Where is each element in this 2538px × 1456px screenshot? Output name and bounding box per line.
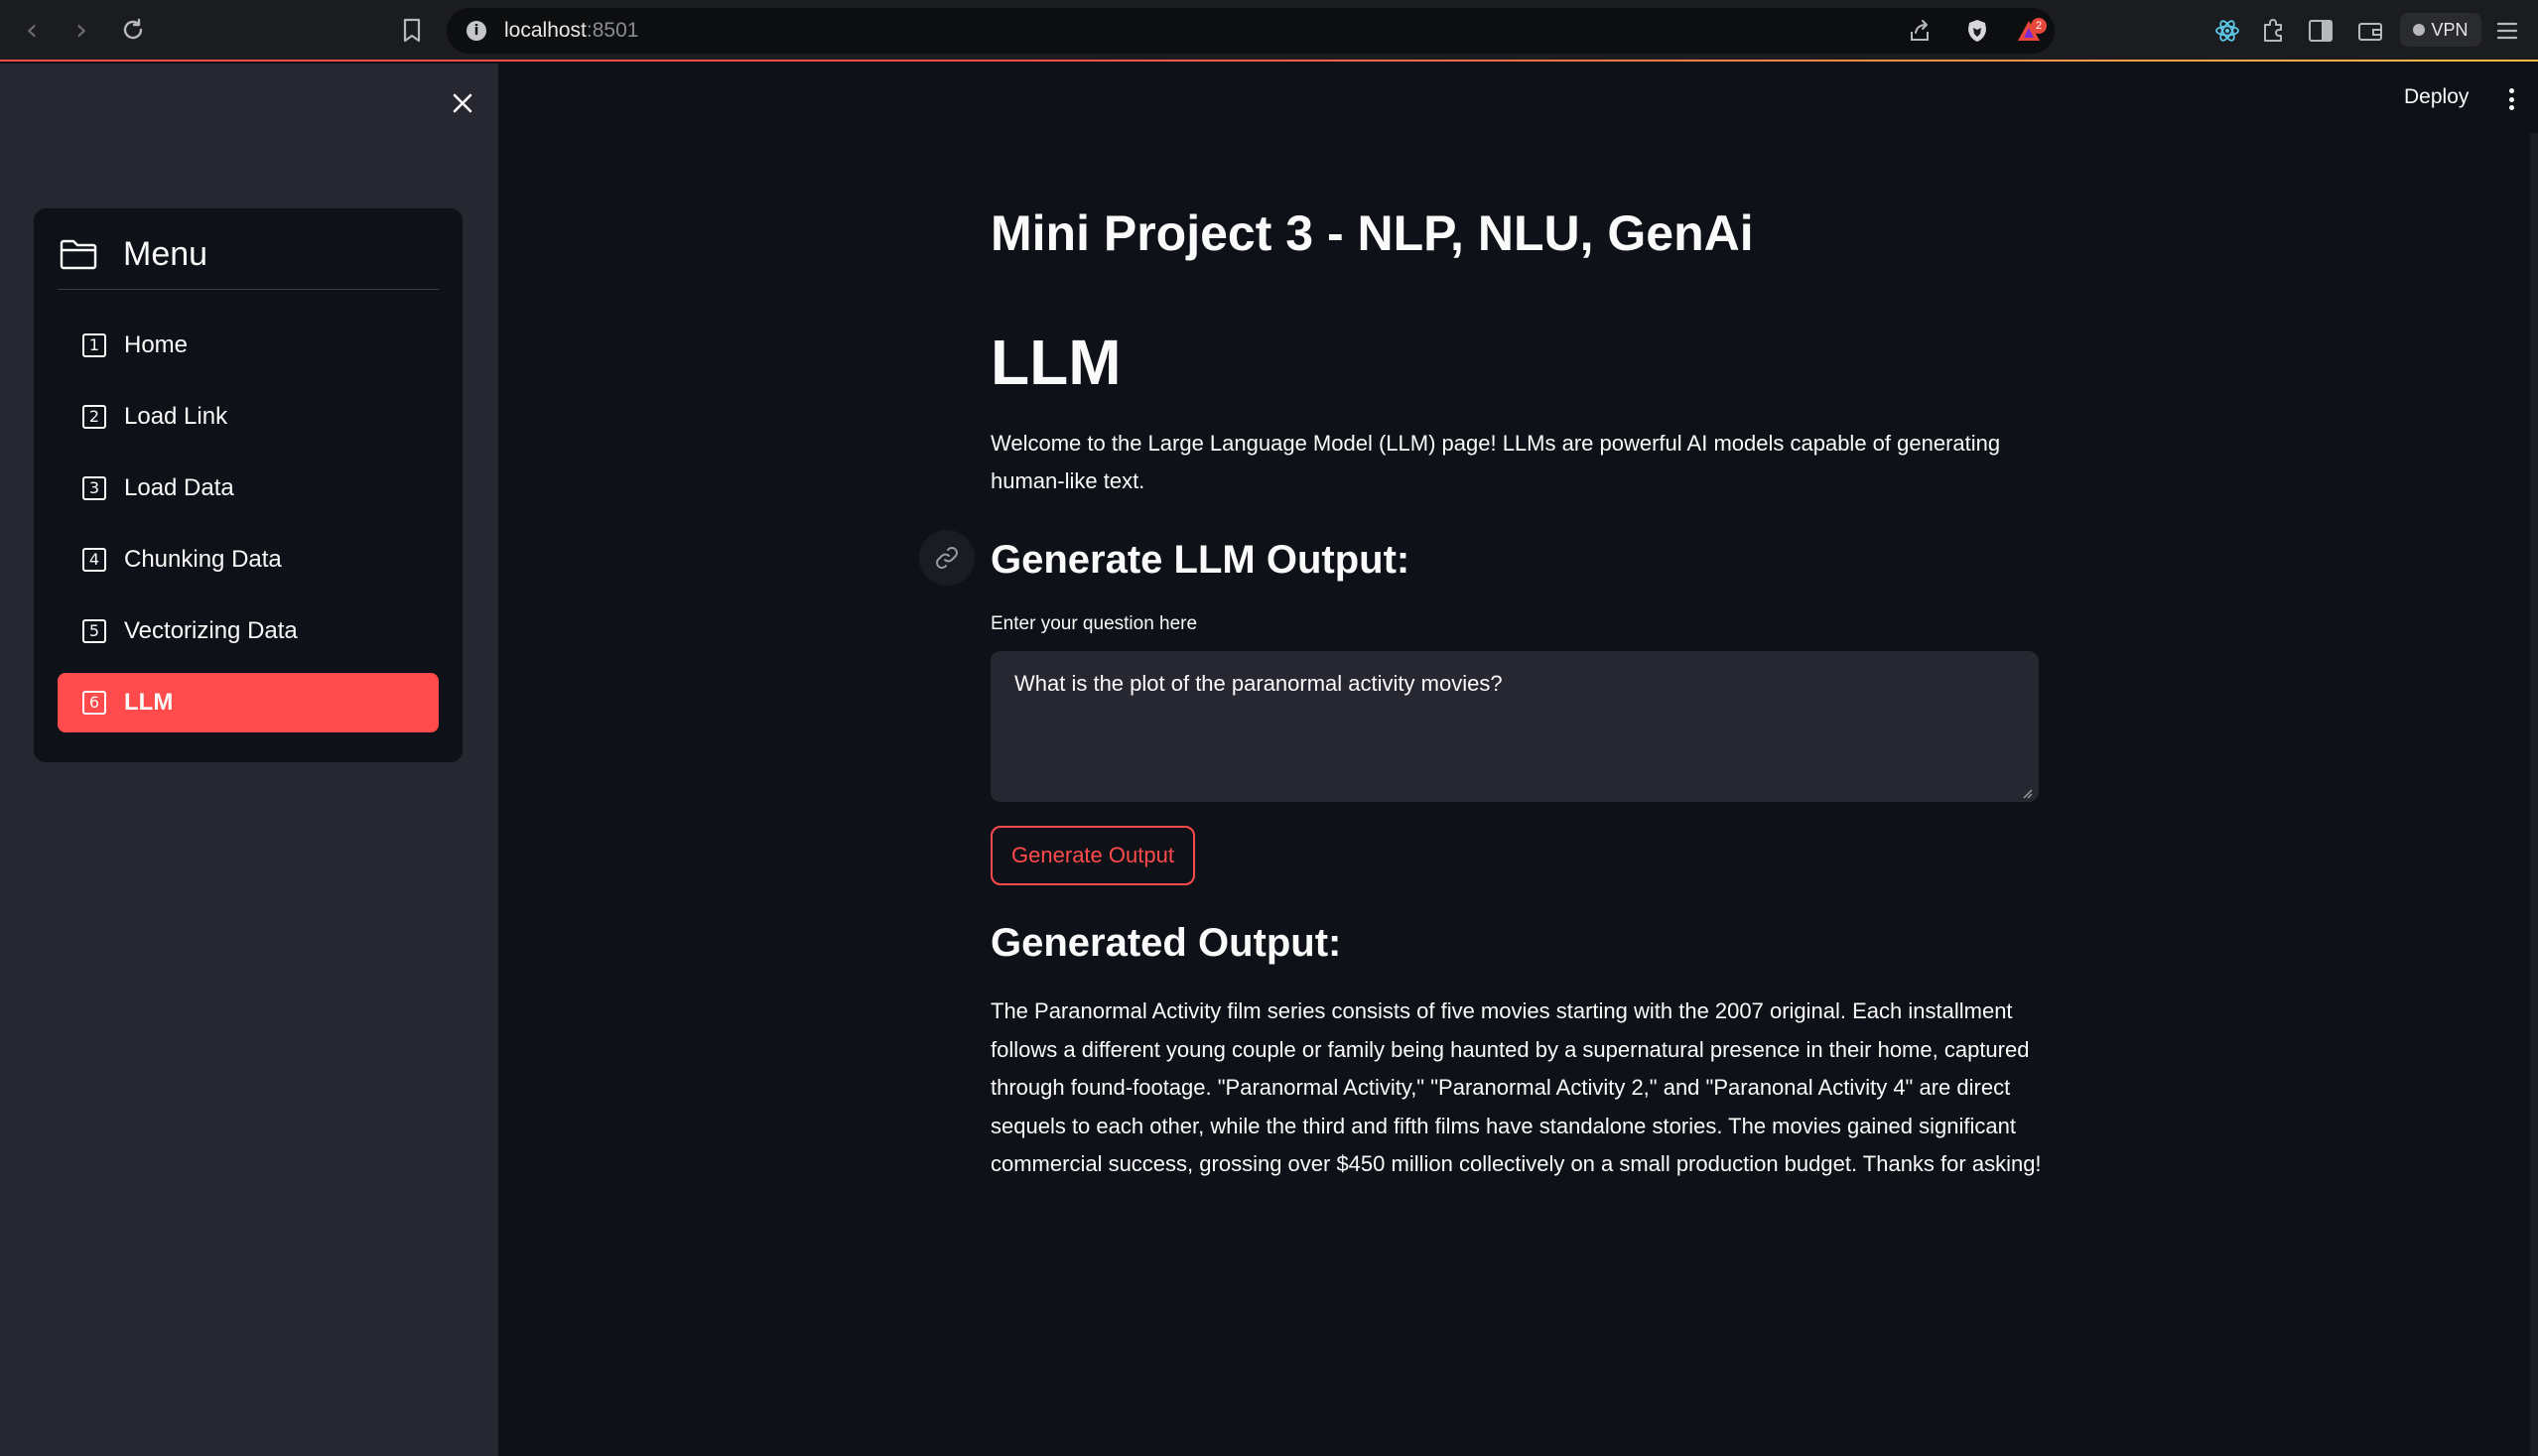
number-2-icon: 2 (82, 405, 106, 429)
vpn-status-icon (2413, 24, 2426, 36)
menu-item-home[interactable]: 1 Home (58, 316, 439, 375)
menu-item-label: Load Data (124, 474, 234, 501)
menu-item-load-data[interactable]: 3 Load Data (58, 459, 439, 518)
number-5-icon: 5 (82, 619, 106, 643)
intro-text: Welcome to the Large Language Model (LLM… (991, 431, 2001, 493)
reload-icon[interactable] (113, 12, 153, 48)
share-icon[interactable] (1904, 16, 1936, 46)
browser-toolbar: ‹ › i localhost:8501 2 VPN (0, 0, 2538, 62)
rewards-badge: 2 (2031, 18, 2047, 34)
question-label: Enter your question here (991, 613, 1198, 634)
close-sidebar-icon[interactable] (443, 83, 482, 123)
brave-rewards-icon[interactable]: 2 (2013, 16, 2047, 46)
generate-output-button[interactable]: Generate Output (991, 826, 1195, 885)
menu-title: Menu (123, 235, 208, 273)
number-6-icon: 6 (82, 691, 106, 715)
generate-heading: Generate LLM Output: (991, 538, 1410, 582)
app-title: Mini Project 3 - NLP, NLU, GenAi (991, 205, 1754, 261)
folder-icon (60, 238, 99, 272)
wallet-icon[interactable] (2352, 14, 2388, 48)
question-input[interactable]: What is the plot of the paranormal activ… (991, 651, 2039, 802)
url-text: localhost:8501 (504, 19, 639, 42)
hamburger-menu-icon[interactable] (2489, 14, 2525, 48)
more-options-icon[interactable] (2501, 85, 2521, 113)
resize-handle-icon[interactable] (2021, 786, 2033, 799)
forward-icon[interactable]: › (62, 12, 101, 48)
vpn-label: VPN (2431, 19, 2469, 40)
main-area: Deploy Mini Project 3 - NLP, NLU, GenAi … (498, 64, 2538, 1456)
back-icon[interactable]: ‹ (12, 12, 52, 48)
menu-item-label: Load Link (124, 403, 228, 430)
menu-item-load-link[interactable]: 2 Load Link (58, 387, 439, 447)
menu-item-chunking-data[interactable]: 4 Chunking Data (58, 530, 439, 590)
menu-header: Menu (58, 234, 439, 290)
page-heading: LLM (991, 327, 1122, 398)
menu-item-llm[interactable]: 6 LLM (58, 673, 439, 732)
menu-item-label: LLM (124, 689, 174, 716)
anchor-link-icon[interactable] (919, 530, 975, 586)
menu-item-vectorizing-data[interactable]: 5 Vectorizing Data (58, 601, 439, 661)
deploy-button[interactable]: Deploy (2404, 85, 2469, 109)
number-4-icon: 4 (82, 548, 106, 572)
option-menu: Menu 1 Home 2 Load Link 3 Load Data 4 Ch… (34, 208, 463, 762)
menu-item-label: Vectorizing Data (124, 617, 298, 644)
brave-shield-icon[interactable] (1961, 16, 1993, 46)
bookmark-icon[interactable] (392, 14, 432, 48)
output-heading: Generated Output: (991, 921, 1342, 965)
react-devtools-icon[interactable] (2209, 14, 2245, 48)
address-bar[interactable]: i localhost:8501 2 (447, 8, 2055, 54)
extensions-icon[interactable] (2255, 14, 2291, 48)
output-text: The Paranormal Activity film series cons… (991, 998, 2042, 1177)
sidebar: Menu 1 Home 2 Load Link 3 Load Data 4 Ch… (0, 64, 498, 1456)
sidebar-toggle-icon[interactable] (2303, 14, 2338, 48)
menu-item-label: Home (124, 331, 189, 358)
site-info-icon[interactable]: i (467, 21, 486, 41)
scrollbar[interactable] (2530, 133, 2538, 1456)
number-3-icon: 3 (82, 476, 106, 500)
number-1-icon: 1 (82, 333, 106, 357)
vpn-button[interactable]: VPN (2400, 13, 2481, 47)
menu-item-label: Chunking Data (124, 546, 282, 573)
